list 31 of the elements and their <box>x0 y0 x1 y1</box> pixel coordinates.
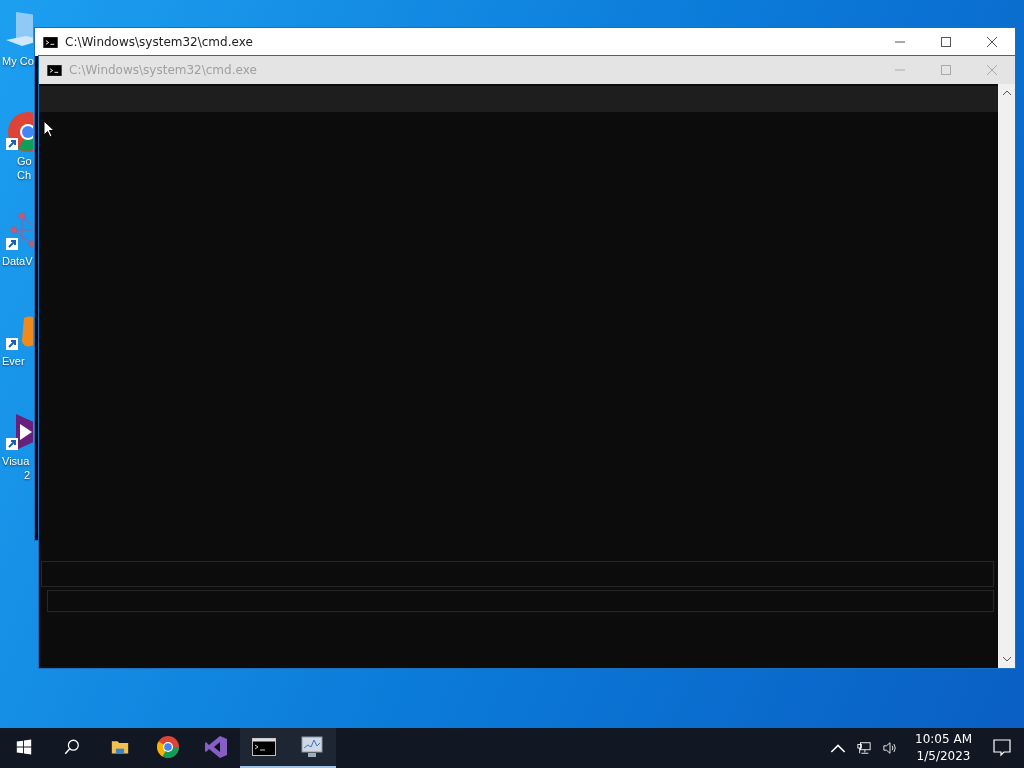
scroll-down-icon[interactable] <box>1001 656 1012 662</box>
cursor-icon <box>43 120 55 138</box>
desktop-icon-label: My Co <box>1 54 34 68</box>
taskbar-button[interactable] <box>288 728 336 768</box>
desktop-icon-label: 2 <box>23 468 31 482</box>
speaker-icon[interactable] <box>882 741 899 755</box>
notification-icon[interactable] <box>992 738 1012 758</box>
maximize-icon[interactable] <box>940 36 952 48</box>
clock[interactable]: 10:05 AM 1/5/2023 <box>915 731 972 765</box>
taskbar-button[interactable] <box>240 728 288 768</box>
chrome-icon <box>156 735 180 759</box>
desktop-icon-label: Go <box>16 154 32 168</box>
console-icon <box>47 64 62 76</box>
desktop-icon-label: DataV <box>1 254 33 268</box>
window-title: C:\Windows\system32\cmd.exe <box>69 63 258 77</box>
window-title: C:\Windows\system32\cmd.exe <box>65 35 254 49</box>
date-text: 1/5/2023 <box>916 748 971 765</box>
desktop-icon-label: Ever <box>1 354 25 368</box>
close-icon[interactable] <box>986 36 998 48</box>
search-icon <box>63 738 81 756</box>
scroll-up-icon[interactable] <box>1001 90 1012 96</box>
desktop-icon-label: Visua <box>1 454 30 468</box>
console-icon <box>43 36 58 48</box>
performance-monitor-icon <box>300 735 324 759</box>
windows-logo-icon <box>15 738 33 756</box>
desktop-icon-label: Ch <box>16 168 32 182</box>
console-icon <box>252 735 276 759</box>
network-icon[interactable] <box>856 741 873 755</box>
time-text: 10:05 AM <box>915 731 972 748</box>
folder-icon <box>111 738 129 756</box>
visual-studio-icon <box>204 735 228 759</box>
